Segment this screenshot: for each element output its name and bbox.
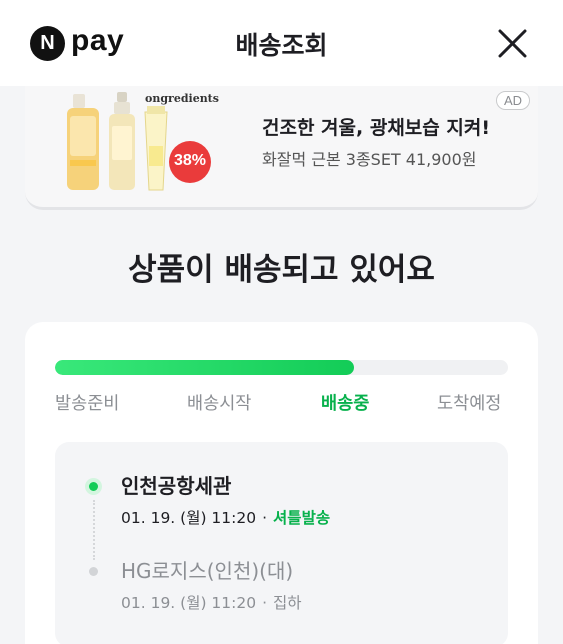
timeline-place-current: 인천공항세관 [121,474,232,498]
step-expected-arrival: 도착예정 [437,394,502,414]
close-button[interactable] [494,26,530,62]
ad-brand-text: ongredients [145,92,219,105]
timeline-event: 셔틀발송 [273,509,331,527]
header: N pay 배송조회 [0,0,563,86]
ad-subline: 화잘먹 근본 3종SET 41,900원 [262,150,477,169]
delivery-progress-card: 발송준비 배송시작 배송중 도착예정 인천공항세관 01. 19. (월) 11… [25,322,538,644]
ad-badge: AD [495,91,530,110]
timeline-meta-current: 01. 19. (월) 11:20 · 셔틀발송 [121,509,331,527]
timeline-place-past: HG로지스(인천)(대) [121,559,294,583]
timeline-meta-past: 01. 19. (월) 11:20 · 집하 [121,594,302,612]
timeline-time: 01. 19. (월) 11:20 [121,594,257,612]
ad-product-image: ongredients [67,92,219,191]
page-title: 배송조회 [235,31,328,60]
tracking-timeline: 인천공항세관 01. 19. (월) 11:20 · 셔틀발송 HG로지스(인천)(… [55,442,508,644]
ad-discount-badge: 38% [173,152,207,169]
close-icon [498,29,527,58]
step-ready: 발송준비 [55,394,120,414]
timeline-time: 01. 19. (월) 11:20 [121,509,257,527]
step-started: 배송시작 [187,394,252,414]
progress-fill [55,360,354,375]
timeline-event: 집하 [273,594,302,612]
progress-steps: 발송준비 배송시작 배송중 도착예정 [55,390,508,416]
ad-headline: 건조한 겨울, 광채보습 지켜! [262,117,491,139]
step-in-transit: 배송중 [321,394,370,414]
timeline-connector [93,500,95,560]
ad-banner[interactable]: ongredients 38% 건조한 겨울, 광채보습 지켜! 화잘먹 근본 … [25,86,538,210]
timeline-current-dot [89,482,98,491]
progress-track [55,360,508,375]
delivery-status-title: 상품이 배송되고 있어요 [128,252,435,288]
timeline-past-dot [89,567,98,576]
